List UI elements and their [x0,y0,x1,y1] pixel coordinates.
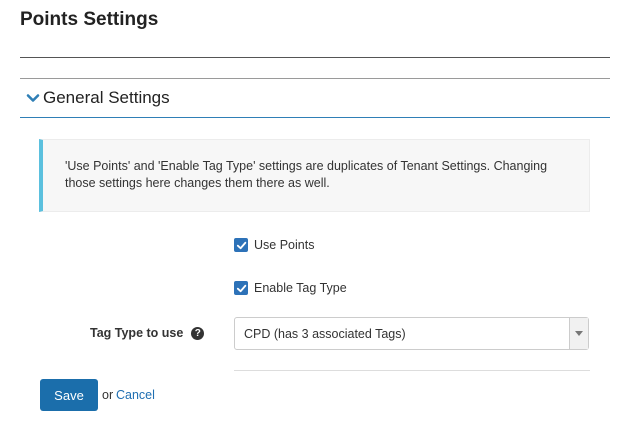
info-alert-text: 'Use Points' and 'Enable Tag Type' setti… [65,159,548,190]
page-title: Points Settings [20,9,159,30]
enable-tag-type-checkbox[interactable] [234,281,248,295]
section-title: General Settings [43,88,170,107]
section-toggle[interactable]: General Settings [26,88,170,108]
or-text: or [102,388,114,402]
select-dropdown-button[interactable] [569,318,588,349]
save-button[interactable]: Save [40,379,98,411]
chevron-down-icon [26,91,40,105]
question-circle-icon[interactable]: ? [191,326,205,340]
caret-down-icon [575,331,583,336]
title-divider [20,57,610,58]
info-alert: 'Use Points' and 'Enable Tag Type' setti… [39,139,590,212]
checkmark-icon [236,284,246,292]
tag-type-selected-value: CPD (has 3 associated Tags) [244,327,406,341]
use-points-checkbox-row[interactable]: Use Points [234,238,314,252]
enable-tag-type-checkbox-row[interactable]: Enable Tag Type [234,281,347,295]
tag-type-select[interactable]: CPD (has 3 associated Tags) [234,317,589,350]
tag-type-label-text: Tag Type to use [90,326,184,340]
use-points-label: Use Points [254,238,315,252]
use-points-checkbox[interactable] [234,238,248,252]
form-divider [234,370,590,371]
checkmark-icon [236,241,246,249]
cancel-link[interactable]: Cancel [116,388,155,402]
general-settings-section-header: General Settings [20,78,610,118]
enable-tag-type-label: Enable Tag Type [254,281,347,295]
tag-type-field-label: Tag Type to use ? [90,326,205,340]
